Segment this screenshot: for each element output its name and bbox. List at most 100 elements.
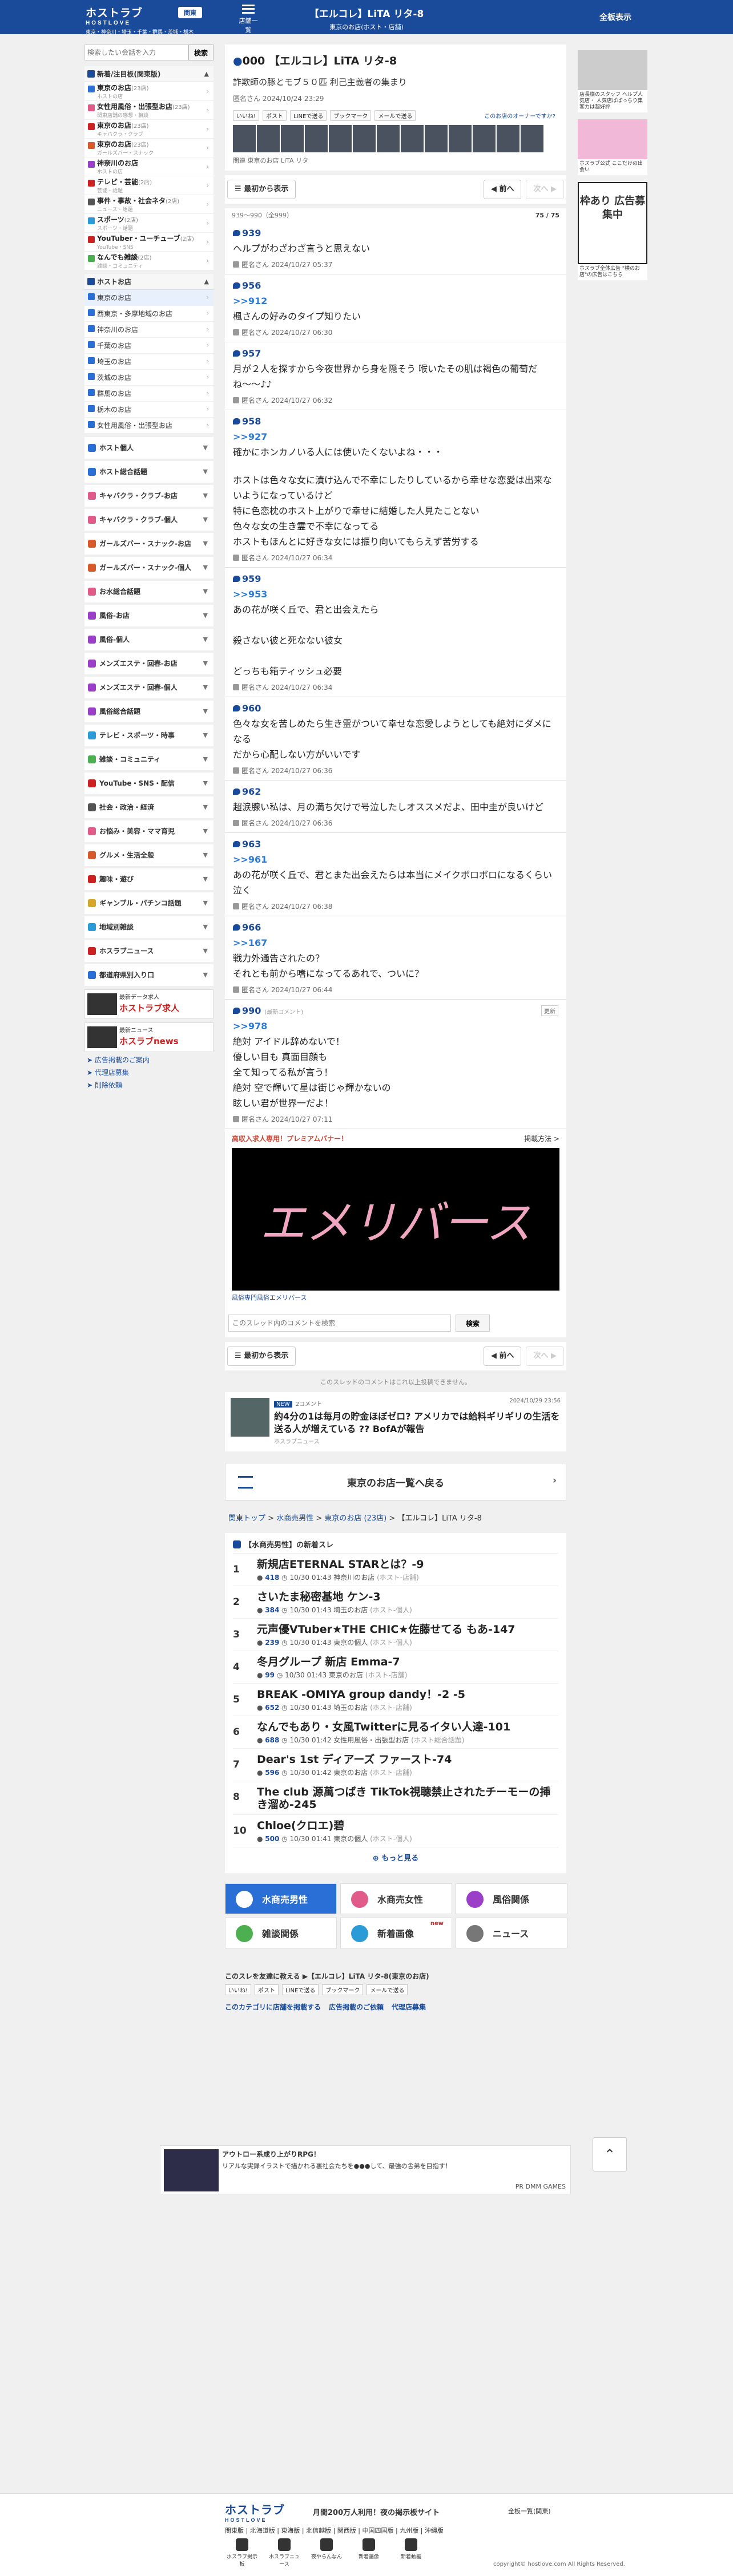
post-number[interactable]: 959	[233, 573, 261, 584]
thread-item[interactable]: 8 The club 源萬つばき TikTok視聴禁止されたチーモーの挿き溜め-2…	[233, 1781, 558, 1814]
sidebar-category[interactable]: お悩み・美容・ママ育児 ▼	[84, 820, 214, 842]
sidebar-category[interactable]: メンズエステ・回春-個人 ▼	[84, 677, 214, 698]
comment-search-input[interactable]	[228, 1315, 451, 1332]
reply-anchor[interactable]: >>978	[233, 1021, 558, 1032]
sidebar-item[interactable]: 女性用風俗・出張型お店 ›	[84, 418, 214, 434]
delete-request-link[interactable]: ➤ 削除依頼	[87, 1081, 214, 1090]
mail-button[interactable]: メールで送る	[374, 110, 416, 121]
mail-button[interactable]: メールで送る	[366, 1984, 408, 1995]
sidebar-category[interactable]: キャバクラ・クラブ-個人 ▼	[84, 509, 214, 531]
ad-wanted-banner[interactable]: 枠あり 広告募集中 ホスラブ全体広告 "横のお店"の広告はこちら	[578, 182, 647, 280]
footer-news-link[interactable]: ホスラブニュース	[267, 2538, 301, 2567]
sidebar-category[interactable]: キャバクラ・クラブ-お店 ▼	[84, 485, 214, 507]
category-tab[interactable]: 水商売女性	[340, 1883, 452, 1914]
footer-regions[interactable]: 関東版 | 北海道版 | 東海版 | 北信越版 | 関西版 | 中国四国版 | …	[225, 2526, 444, 2535]
more-button[interactable]: ⊕ もっと見る	[233, 1847, 558, 1867]
footer-logo[interactable]: ホストラブ HOSTLOVE	[225, 2501, 285, 2523]
avatar[interactable]	[521, 125, 543, 152]
reply-anchor[interactable]: >>167	[233, 937, 558, 948]
thread-item[interactable]: 10 Chloe(クロエ)碧 ● 500 ◷ 10/30 01:41 東京の個人 (…	[233, 1814, 558, 1847]
post-button[interactable]: ポスト	[255, 1984, 279, 1995]
ad-request-link[interactable]: 広告掲載のご依頼	[329, 2002, 384, 2012]
sidebar-item[interactable]: 女性用風俗・出張型お店(23店) 関東店舗の感想・相談 ›	[84, 101, 214, 120]
sidebar-search-button[interactable]: 検索	[188, 45, 214, 60]
news-banner[interactable]: 最新ニュース ホスラブnews	[84, 1022, 214, 1052]
sidebar-item[interactable]: 東京のお店(23店) ガールズバー・スナック ›	[84, 139, 214, 157]
all-boards-button[interactable]: 全板表示	[599, 11, 631, 23]
sidebar-item[interactable]: 東京のお店(23店) キャバクラ・クラブ ›	[84, 120, 214, 139]
sidebar-category[interactable]: ホスト個人 ▼	[84, 437, 214, 459]
sidebar-item[interactable]: 茨城のお店 ›	[84, 370, 214, 386]
sidebar-item[interactable]: 東京のお店(23店) ホストの店 ›	[84, 82, 214, 101]
post-number[interactable]: 962	[233, 786, 261, 797]
sidebar-item[interactable]: 千葉のお店 ›	[84, 338, 214, 354]
sidebar-item[interactable]: 事件・事故・社会ネタ(2店) ニュース・話題 ›	[84, 195, 214, 214]
post-button[interactable]: ポスト	[263, 110, 287, 121]
official-banner[interactable]: ホスラブ公式 ここだけの出会い	[578, 119, 647, 175]
footer-night-link[interactable]: 夜やらんなん	[309, 2538, 344, 2567]
sidebar-item[interactable]: 埼玉のお店 ›	[84, 354, 214, 370]
like-button[interactable]: いいね!	[225, 1984, 252, 1995]
thread-tags[interactable]: 関連 東京のお店 LiTA リタ	[225, 155, 566, 171]
sidebar-category[interactable]: お水総合話題 ▼	[84, 581, 214, 602]
sidebar-item[interactable]: 栃木のお店 ›	[84, 402, 214, 418]
sidebar-category[interactable]: 風俗-個人 ▼	[84, 629, 214, 650]
sidebar-item[interactable]: 西東京・多摩地域のお店 ›	[84, 306, 214, 322]
next-button[interactable]: 次へ ▶	[526, 180, 564, 199]
refresh-button[interactable]: 更新	[541, 1005, 558, 1016]
avatar[interactable]	[233, 125, 256, 152]
sidebar-category[interactable]: 社会・政治・経済 ▼	[84, 796, 214, 818]
sidebar-category[interactable]: 風俗総合話題 ▼	[84, 701, 214, 722]
thread-item[interactable]: 2 さいたま秘密基地 ケン-3 ● 384 ◷ 10/30 01:43 埼玉のお店 …	[233, 1586, 558, 1618]
post-number[interactable]: 960	[233, 703, 261, 714]
avatar[interactable]	[497, 125, 519, 152]
avatar[interactable]	[353, 125, 376, 152]
thread-item[interactable]: 5 BREAK -OMIYA group dandy！-2 -5 ● 652 ◷ 1…	[233, 1683, 558, 1716]
comment-search-button[interactable]: 検索	[456, 1315, 490, 1332]
post-number[interactable]: 956	[233, 280, 261, 291]
bookmark-button[interactable]: ブックマーク	[322, 1984, 364, 1995]
sidebar-category[interactable]: テレビ・スポーツ・時事 ▼	[84, 725, 214, 746]
floating-ad[interactable]: アウトロー系成り上がりRPG！ リアルな実録イラストで描かれる裏社会たちを●●●…	[160, 2145, 571, 2194]
sidebar-category[interactable]: YouTube・SNS・配信 ▼	[84, 773, 214, 794]
category-tab[interactable]: ニュース	[456, 1918, 567, 1948]
reply-anchor[interactable]: >>953	[233, 589, 558, 600]
sidebar-category[interactable]: グルメ・生活全般 ▼	[84, 844, 214, 866]
agency-link[interactable]: 代理店募集	[392, 2002, 426, 2012]
premium-apply-link[interactable]: 掲載方法 >	[524, 1134, 559, 1143]
post-number[interactable]: 958	[233, 416, 261, 427]
sidebar-item[interactable]: なんでも雑談(2店) 雑談・コミュニティ ›	[84, 252, 214, 270]
category-tab[interactable]: 雑談関係	[225, 1918, 337, 1948]
prev-button[interactable]: ◀ 前へ	[483, 1346, 522, 1366]
sidebar-category[interactable]: ガールズバー・スナック-個人 ▼	[84, 557, 214, 579]
post-number[interactable]: 963	[233, 839, 261, 850]
scroll-top-button[interactable]: ⌃	[593, 2137, 627, 2171]
thread-item[interactable]: 1 新規店ETERNAL STARとは？-9 ● 418 ◷ 10/30 01:43…	[233, 1553, 558, 1586]
sidebar-item[interactable]: 群馬のお店 ›	[84, 386, 214, 402]
staff-banner[interactable]: 店長様のスタッフ ヘルプ人気店・ 人気店ぱばっちり集客力は超好評	[578, 50, 647, 112]
category-tab[interactable]: 新着画像 new	[340, 1918, 452, 1948]
post-number[interactable]: 990	[233, 1005, 261, 1016]
featured-boards-header[interactable]: 新着/注目板(関東版) ▲	[84, 66, 214, 82]
footer-images-link[interactable]: 新着画像	[352, 2538, 386, 2567]
show-first-button[interactable]: ☰ 最初から表示	[227, 180, 296, 199]
reply-anchor[interactable]: >>912	[233, 296, 558, 306]
footer-video-link[interactable]: 新着動画	[394, 2538, 428, 2567]
prev-button[interactable]: ◀ 前へ	[483, 180, 522, 199]
sidebar-item[interactable]: 東京のお店 ›	[84, 290, 214, 306]
category-tab[interactable]: 風俗関係	[456, 1883, 567, 1914]
sidebar-category[interactable]: ホスラブニュース ▼	[84, 940, 214, 962]
avatar[interactable]	[473, 125, 496, 152]
sidebar-category[interactable]: ホスト総合話題 ▼	[84, 461, 214, 483]
sidebar-category[interactable]: ギャンブル・パチンコ話題 ▼	[84, 892, 214, 914]
breadcrumb-category[interactable]: 水商売男性	[276, 1514, 313, 1523]
avatar[interactable]	[377, 125, 400, 152]
reply-anchor[interactable]: >>961	[233, 854, 558, 865]
next-button[interactable]: 次へ ▶	[526, 1346, 564, 1366]
avatar[interactable]	[449, 125, 472, 152]
owner-link[interactable]: このお店のオーナーですか?	[481, 111, 558, 120]
sidebar-item[interactable]: 神奈川のお店 ホストの店 ›	[84, 157, 214, 176]
avatar[interactable]	[305, 125, 328, 152]
breadcrumb-board[interactable]: 東京のお店 (23店)	[324, 1514, 386, 1523]
news-item[interactable]: NEW 2コメント 2024/10/29 23:56 約4分の1は毎月の貯金ほぼゼロ…	[225, 1392, 566, 1451]
